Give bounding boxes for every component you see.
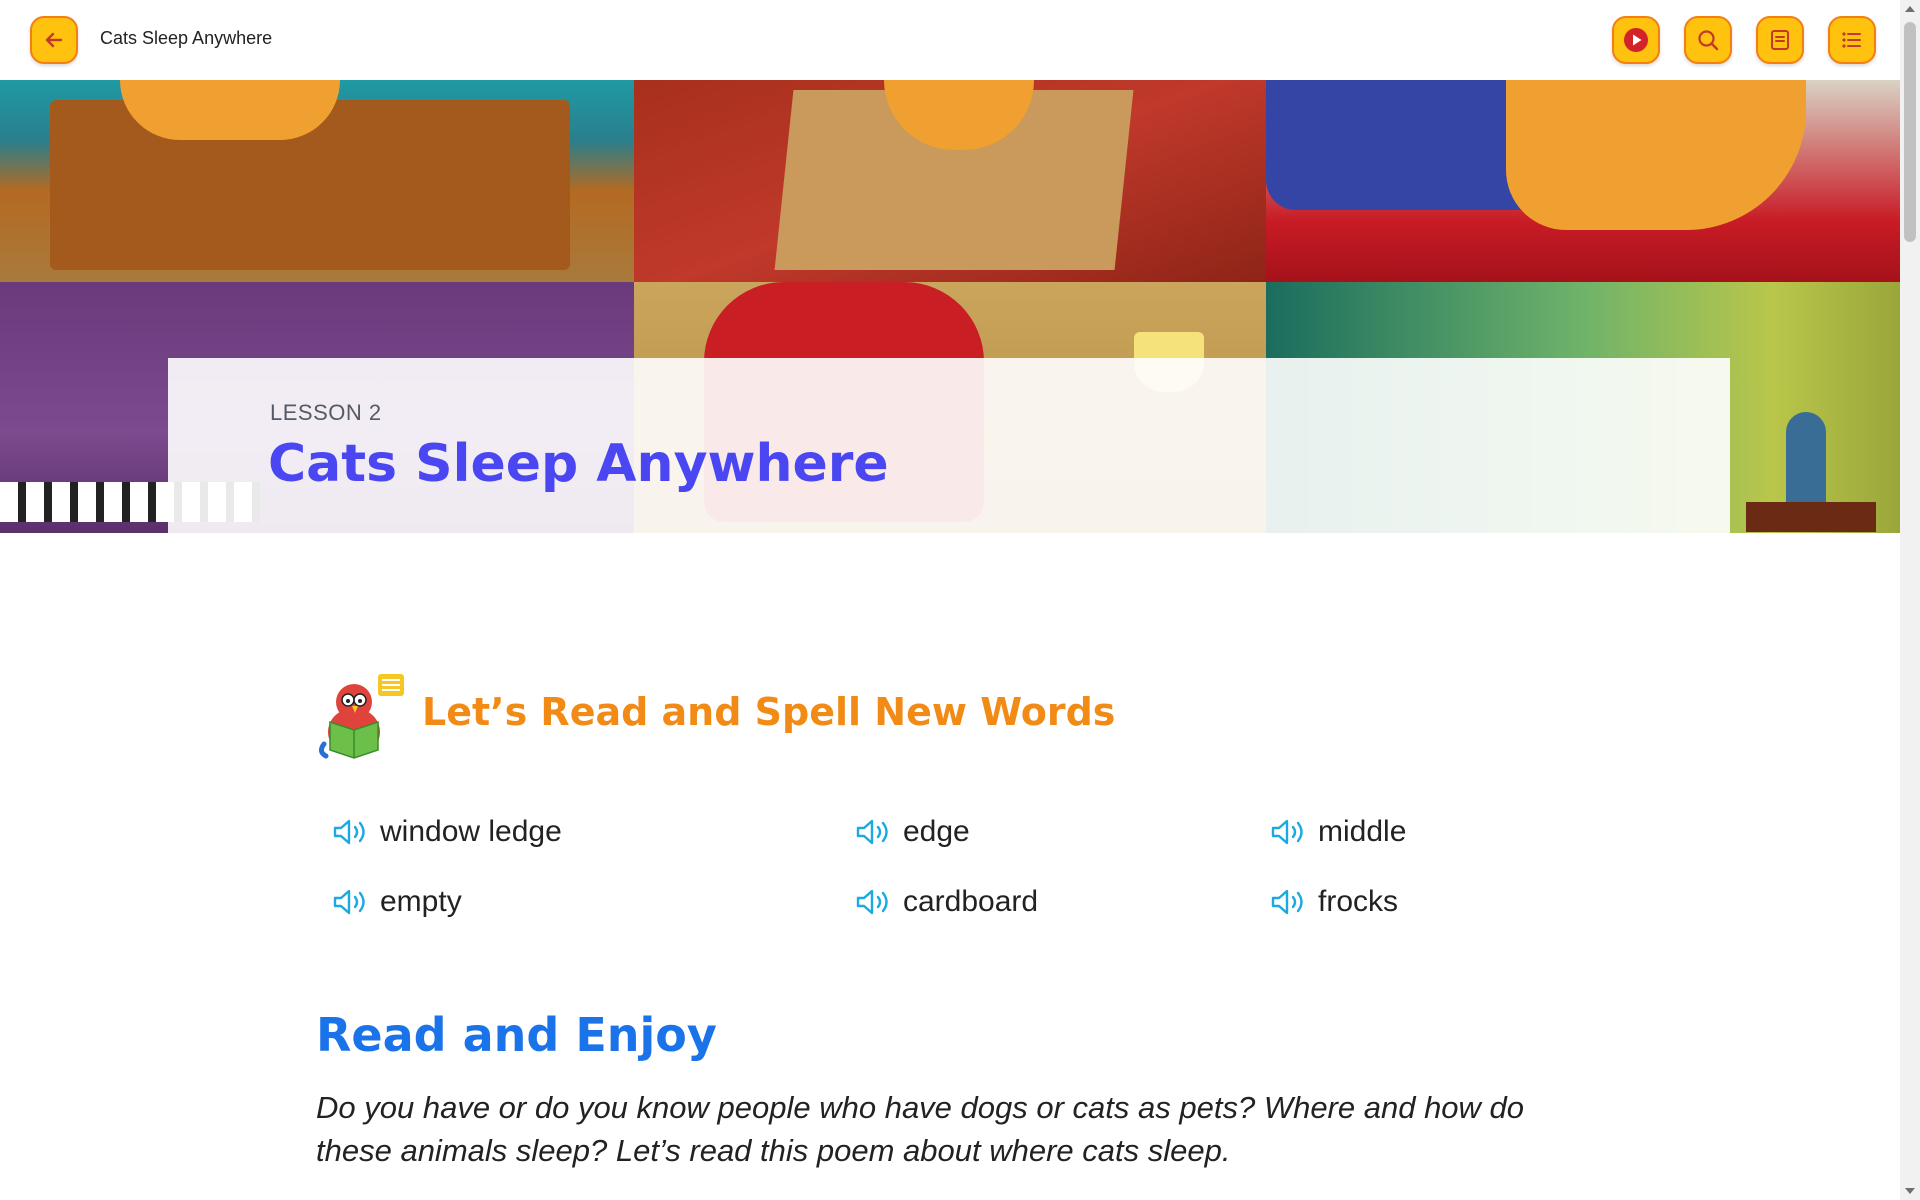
word-text: frocks <box>1318 885 1399 918</box>
search-icon <box>1698 30 1719 51</box>
arrow-left-icon <box>45 32 63 48</box>
hero-image-cat-box <box>634 80 1266 282</box>
parrot-reading-icon <box>318 674 404 759</box>
word-text: cardboard <box>903 885 1039 918</box>
note-icon <box>1771 30 1789 50</box>
play-button[interactable] <box>1612 16 1660 64</box>
scroll-up-arrow-icon[interactable] <box>1905 6 1915 12</box>
menu-button[interactable] <box>1828 16 1876 64</box>
speaker-icon[interactable] <box>1270 887 1308 917</box>
back-button[interactable] <box>30 16 78 64</box>
header-title: Cats Sleep Anywhere <box>100 28 273 48</box>
word-item-edge[interactable]: edge <box>855 812 970 852</box>
hero-banner: LESSON 2 Cats Sleep Anywhere <box>0 80 1900 533</box>
speaker-icon[interactable] <box>855 817 893 847</box>
speaker-icon[interactable] <box>855 887 893 917</box>
scroll-thumb[interactable] <box>1904 22 1916 242</box>
speaker-icon[interactable] <box>1270 817 1308 847</box>
word-item-empty[interactable]: empty <box>332 882 462 922</box>
lesson-title: Cats Sleep Anywhere <box>268 434 889 494</box>
read-section-title: Read and Enjoy <box>316 1008 717 1062</box>
lesson-title-card: LESSON 2 Cats Sleep Anywhere <box>168 358 1730 533</box>
hero-image-cat-drawer <box>0 80 634 282</box>
word-item-frocks[interactable]: frocks <box>1270 882 1398 922</box>
lesson-label: LESSON 2 <box>270 400 382 425</box>
words-section-title: Let’s Read and Spell New Words <box>422 690 1116 734</box>
speaker-icon[interactable] <box>332 817 370 847</box>
vertical-scrollbar[interactable] <box>1900 0 1920 1200</box>
play-icon <box>1624 28 1648 52</box>
search-button[interactable] <box>1684 16 1732 64</box>
word-item-cardboard[interactable]: cardboard <box>855 882 1038 922</box>
word-text: middle <box>1318 815 1407 848</box>
list-icon <box>1842 32 1861 48</box>
word-text: window ledge <box>380 815 562 848</box>
notes-button[interactable] <box>1756 16 1804 64</box>
word-item-middle[interactable]: middle <box>1270 812 1406 852</box>
hero-image-cat-shoe <box>1266 80 1900 282</box>
scroll-down-arrow-icon[interactable] <box>1905 1188 1915 1194</box>
word-text: empty <box>380 885 462 918</box>
read-intro-text: Do you have or do you know people who ha… <box>316 1090 1525 1168</box>
word-item-window-ledge[interactable]: window ledge <box>332 812 562 852</box>
speaker-icon[interactable] <box>332 887 370 917</box>
word-text: edge <box>903 815 970 848</box>
app-header: Cats Sleep Anywhere <box>0 0 1900 80</box>
